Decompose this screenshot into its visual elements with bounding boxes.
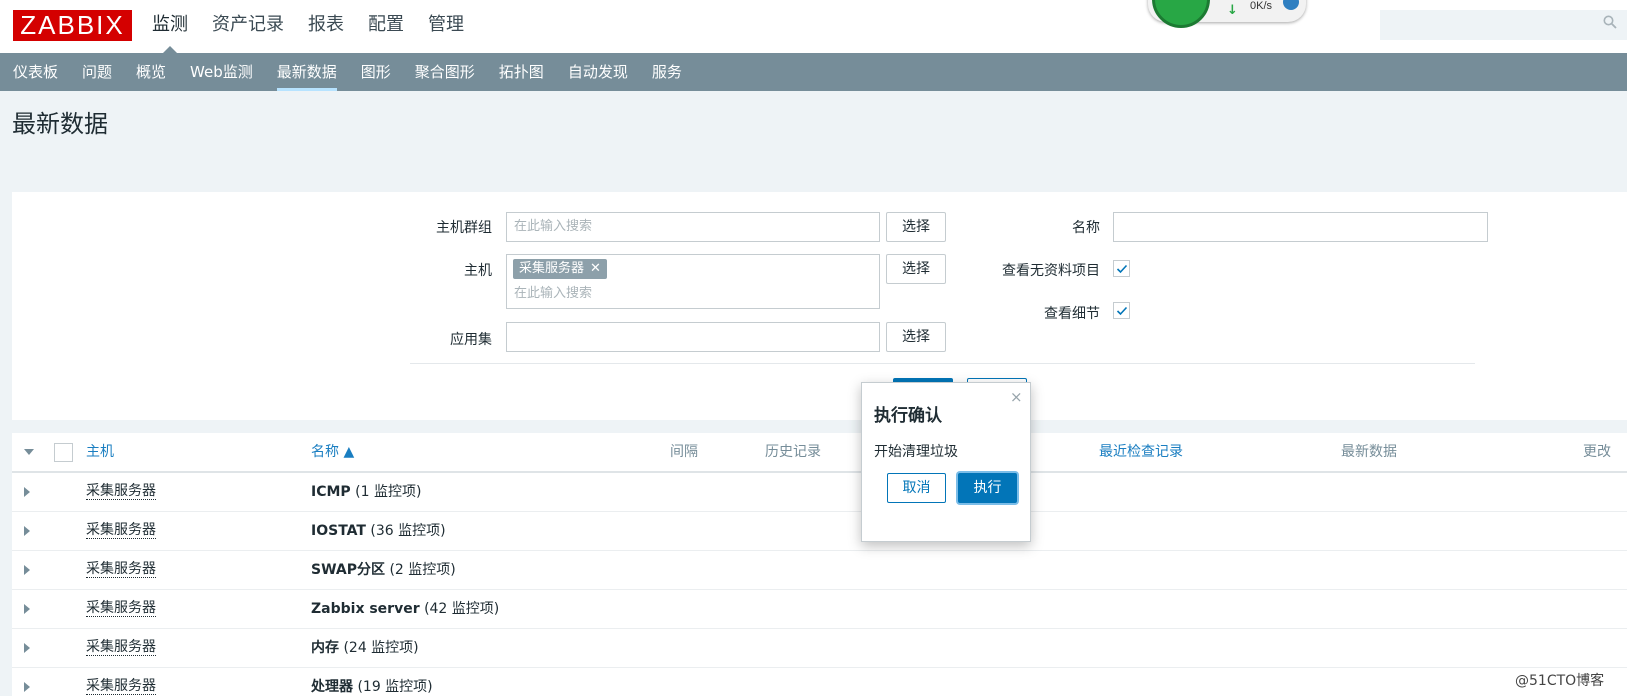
remove-tag-icon[interactable]: ✕ [590,261,601,276]
application-title: IOSTAT [311,523,366,539]
main-menu: 监测 资产记录 报表 配置 管理 [140,0,476,54]
column-last-value: 最新数据 [1341,444,1397,460]
table-row: 采集服务器 SWAP分区 (2 监控项) [12,551,1627,590]
column-last-check[interactable]: 最近检查记录 [1099,433,1183,471]
column-history: 历史记录 [765,444,821,460]
name-input[interactable] [1113,212,1488,242]
application-name: 内存 (24 监控项) [311,639,419,657]
host-tag-label: 采集服务器 [519,261,585,276]
host-link[interactable]: 采集服务器 [86,600,156,617]
application-title: SWAP分区 [311,562,385,578]
application-name: ICMP (1 监控项) [311,483,421,501]
download-arrow-icon: ↓ [1227,3,1238,18]
menu-reports[interactable]: 报表 [296,0,356,53]
show-details-label: 查看细节 [1044,306,1100,322]
checkmark-icon [1116,306,1128,316]
menu-configuration[interactable]: 配置 [356,0,416,53]
submenu-latest-data[interactable]: 最新数据 [265,53,349,91]
execute-button[interactable]: 执行 [958,473,1017,503]
page-title: 最新数据 [12,110,108,138]
application-title: ICMP [311,484,351,500]
table-row: 采集服务器 ICMP (1 监控项) [12,473,1627,512]
show-details-checkbox[interactable] [1113,302,1130,319]
application-label: 应用集 [450,332,492,348]
application-name: 处理器 (19 监控项) [311,678,433,696]
expand-row-icon[interactable] [24,682,30,692]
show-items-without-data-checkbox[interactable] [1113,260,1130,277]
menu-inventory[interactable]: 资产记录 [200,0,296,53]
table-row: 采集服务器 处理器 (19 监控项) [12,668,1627,696]
select-all-checkbox[interactable] [54,443,73,462]
table-row: 采集服务器 内存 (24 监控项) [12,629,1627,668]
application-name: SWAP分区 (2 监控项) [311,561,456,579]
expand-row-icon[interactable] [24,565,30,575]
application-input[interactable] [506,322,880,352]
latest-data-table: 主机 名称 ▲ 间隔 历史记录 最近检查记录 最新数据 更改 采集服务器 ICM… [12,433,1627,696]
zabbix-logo[interactable]: ZABBIX [13,10,132,41]
table-row: 采集服务器 IOSTAT (36 监控项) [12,512,1627,551]
host-link[interactable]: 采集服务器 [86,639,156,656]
menu-administration[interactable]: 管理 [416,0,476,53]
submenu-web[interactable]: Web监测 [178,53,265,91]
host-select-button[interactable]: 选择 [886,254,946,284]
application-name: IOSTAT (36 监控项) [311,522,446,540]
host-link[interactable]: 采集服务器 [86,522,156,539]
column-name[interactable]: 名称 ▲ [311,433,354,471]
global-search-input[interactable] [1380,10,1627,40]
submenu-services[interactable]: 服务 [640,53,694,91]
item-count: (24 监控项) [343,640,419,656]
dialog-message: 开始清理垃圾 [874,444,958,460]
execution-confirm-dialog: × 执行确认 开始清理垃圾 取消 执行 [861,382,1031,542]
expand-row-icon[interactable] [24,604,30,614]
column-change: 更改 [1583,444,1611,460]
item-count: (19 监控项) [357,679,433,695]
application-name: Zabbix server (42 监控项) [311,600,499,618]
host-tag: 采集服务器 ✕ [513,259,607,279]
show-items-without-data-label: 查看无资料项目 [1002,263,1100,279]
speed-readout: 0K/s [1250,0,1273,12]
application-title: Zabbix server [311,601,420,617]
item-count: (2 监控项) [389,562,456,578]
expand-row-icon[interactable] [24,643,30,653]
collapse-all-icon[interactable] [24,449,34,455]
host-group-input[interactable]: 在此输入搜索 [506,212,880,242]
host-link[interactable]: 采集服务器 [86,678,156,695]
application-title: 内存 [311,640,339,656]
expand-row-icon[interactable] [24,526,30,536]
menu-monitoring[interactable]: 监测 [140,0,200,54]
dialog-title: 执行确认 [874,406,942,426]
sub-menu: 仪表板 问题 概览 Web监测 最新数据 图形 聚合图形 拓扑图 自动发现 服务 [0,53,1627,91]
submenu-problems[interactable]: 问题 [70,53,124,91]
item-count: (36 监控项) [370,523,446,539]
item-count: (1 监控项) [355,484,422,500]
cancel-button[interactable]: 取消 [887,473,946,503]
submenu-maps[interactable]: 拓扑图 [487,53,556,91]
name-label: 名称 [1072,220,1100,236]
host-link[interactable]: 采集服务器 [86,561,156,578]
submenu-overview[interactable]: 概览 [124,53,178,91]
host-label: 主机 [464,263,492,279]
host-multiselect[interactable]: 采集服务器 ✕ 在此输入搜索 [506,254,880,309]
host-link[interactable]: 采集服务器 [86,483,156,500]
column-interval: 间隔 [670,444,698,460]
checkmark-icon [1116,264,1128,274]
host-group-select-button[interactable]: 选择 [886,212,946,242]
search-icon[interactable] [1603,15,1617,29]
filter-divider [410,363,1475,364]
expand-row-icon[interactable] [24,487,30,497]
submenu-graphs[interactable]: 图形 [349,53,403,91]
item-count: (42 监控项) [424,601,500,617]
close-icon[interactable]: × [1010,388,1023,406]
submenu-discovery[interactable]: 自动发现 [556,53,640,91]
submenu-dashboard[interactable]: 仪表板 [1,53,70,91]
application-title: 处理器 [311,679,353,695]
host-group-label: 主机群组 [436,220,492,236]
submenu-screens[interactable]: 聚合图形 [403,53,487,91]
column-host[interactable]: 主机 [86,433,114,471]
host-search-placeholder[interactable]: 在此输入搜索 [514,284,592,304]
table-row: 采集服务器 Zabbix server (42 监控项) [12,590,1627,629]
watermark: @51CTO博客 [1515,673,1605,689]
application-select-button[interactable]: 选择 [886,322,946,352]
